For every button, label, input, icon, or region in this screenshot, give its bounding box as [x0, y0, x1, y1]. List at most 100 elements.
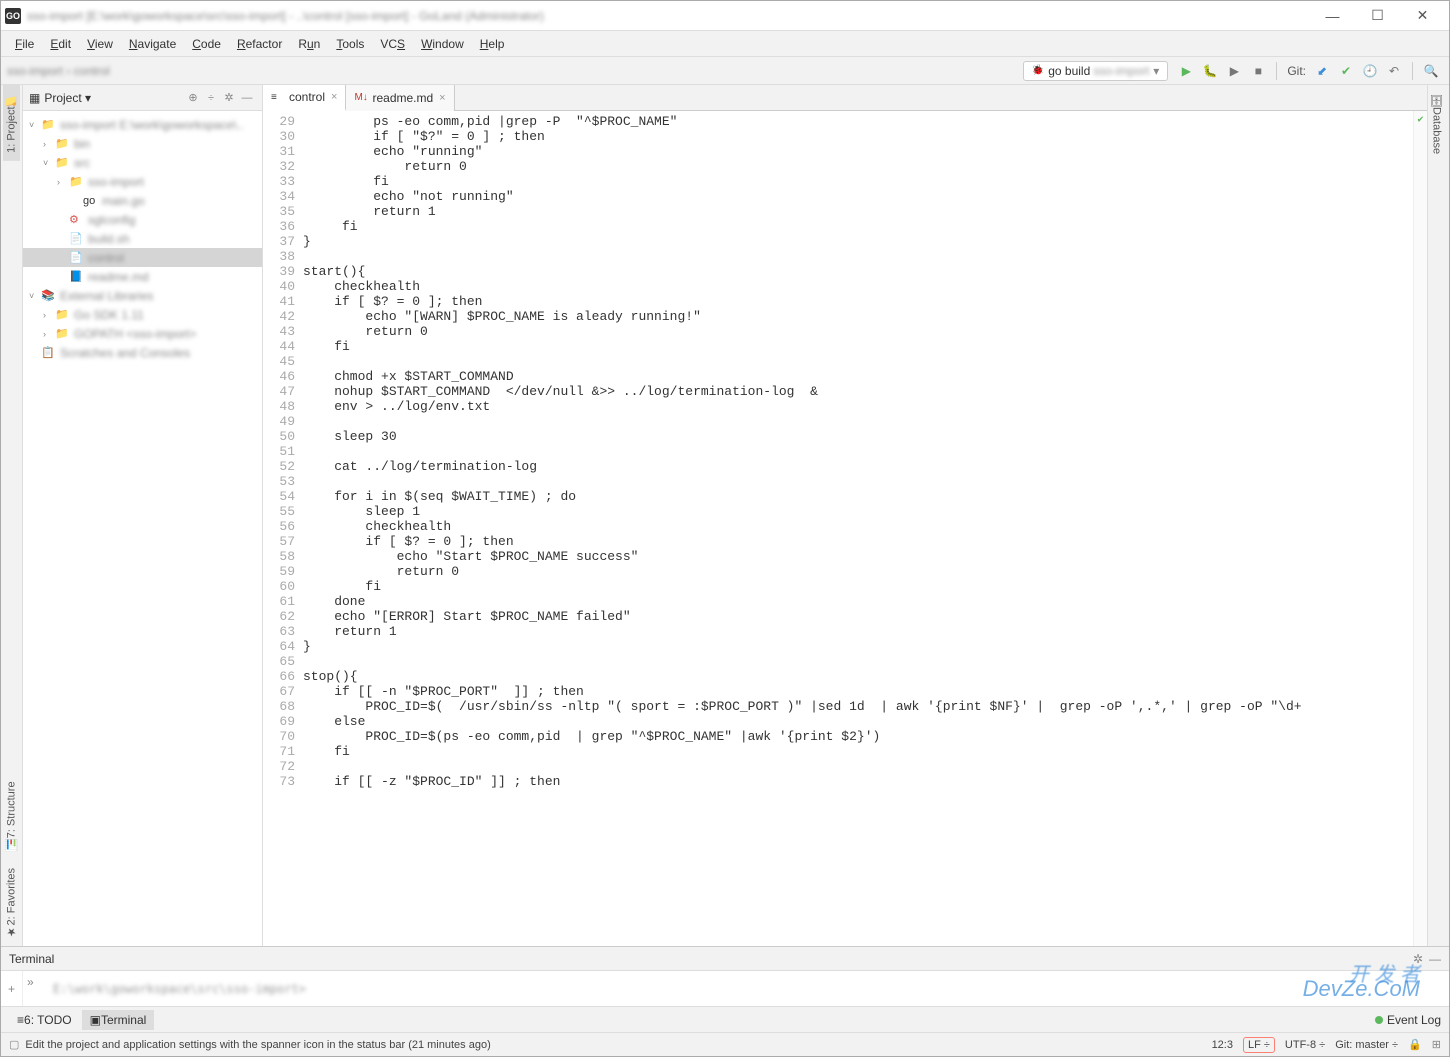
git-history-button[interactable]: 🕘 — [1359, 60, 1381, 82]
debug-button[interactable]: 🐛 — [1199, 60, 1221, 82]
close-button[interactable]: ✕ — [1400, 1, 1445, 31]
mem-indicator[interactable]: ⊞ — [1432, 1038, 1441, 1051]
tree-row[interactable]: ›📁GOPATH <sso-import> — [23, 324, 262, 343]
main-layout: 1: Project 📁 📊 7: Structure ★ 2: Favorit… — [1, 85, 1449, 946]
status-bar: ▢ Edit the project and application setti… — [1, 1032, 1449, 1056]
editor-tab-control[interactable]: ≡ control × — [263, 85, 346, 111]
tab-structure[interactable]: 📊 7: Structure — [3, 773, 20, 859]
tree-row[interactable]: 📘readme.md — [23, 267, 262, 286]
menu-navigate[interactable]: Navigate — [121, 33, 184, 55]
tab-label: readme.md — [372, 91, 433, 105]
tab-database[interactable]: 🗄 Database — [1428, 85, 1445, 162]
gear-icon[interactable]: ✲ — [1413, 952, 1423, 966]
terminal-panel: Terminal ✲ — + » E:\work\goworkspace\src… — [1, 946, 1449, 1006]
menu-vcs[interactable]: VCS — [372, 33, 413, 55]
git-update-button[interactable]: ⬋ — [1311, 60, 1333, 82]
editor-scrollbar[interactable]: ✔ — [1413, 111, 1427, 946]
terminal-title: Terminal — [9, 952, 1413, 966]
tree-row[interactable]: ˅📁src — [23, 153, 262, 172]
tree-row[interactable]: 📋Scratches and Consoles — [23, 343, 262, 362]
project-view-icon: ▦ — [29, 91, 40, 105]
run-config-selector[interactable]: 🐞 go build sso-import ▾ — [1023, 61, 1169, 81]
maximize-button[interactable]: ☐ — [1355, 1, 1400, 31]
new-terminal-button[interactable]: + — [1, 971, 23, 1006]
tree-row[interactable]: ˅📁sso-import E:\work\goworkspace\.. — [23, 115, 262, 134]
line-gutter: 2930313233343536373839404142434445464748… — [263, 111, 303, 946]
run-config-target: sso-import — [1093, 64, 1149, 78]
tree-row[interactable]: 📄control — [23, 248, 262, 267]
locate-button[interactable]: ⊕ — [184, 91, 202, 104]
menu-tools[interactable]: Tools — [328, 33, 372, 55]
cursor-position[interactable]: 12:3 — [1212, 1039, 1233, 1051]
tab-terminal[interactable]: ▣ Terminal — [82, 1010, 155, 1030]
stop-button[interactable]: ■ — [1247, 60, 1269, 82]
bottom-tool-bar: ≡ 6: TODO ▣ Terminal Event Log — [1, 1006, 1449, 1032]
hide-button[interactable]: — — [238, 92, 256, 104]
project-panel: ▦ Project ▾ ⊕ ÷ ✲ — ˅📁sso-import E:\work… — [23, 85, 263, 946]
breadcrumb[interactable]: sso-import › control — [7, 64, 1023, 78]
code-content[interactable]: ps -eo comm,pid |grep -P "^$PROC_NAME" i… — [303, 111, 1413, 946]
menu-bar: File Edit View Navigate Code Refactor Ru… — [1, 31, 1449, 57]
title-bar: GO sso-import [E:\work\goworkspace\src\s… — [1, 1, 1449, 31]
right-tool-tabs: 🗄 Database — [1427, 85, 1449, 946]
navigation-bar: sso-import › control 🐞 go build sso-impo… — [1, 57, 1449, 85]
line-separator[interactable]: LF ÷ — [1243, 1037, 1275, 1053]
terminal-prompt[interactable]: E:\work\goworkspace\src\sso-import> — [45, 971, 1449, 1006]
menu-window[interactable]: Window — [413, 33, 472, 55]
chevron-down-icon: ▾ — [1153, 64, 1159, 78]
left-tool-tabs: 1: Project 📁 📊 7: Structure ★ 2: Favorit… — [1, 85, 23, 946]
tab-todo[interactable]: ≡ 6: TODO — [9, 1010, 80, 1030]
terminal-nav: » — [23, 971, 45, 1006]
toolwindow-toggle-icon[interactable]: ▢ — [9, 1038, 19, 1051]
tree-row[interactable]: ›📁bin — [23, 134, 262, 153]
project-tree[interactable]: ˅📁sso-import E:\work\goworkspace\..›📁bin… — [23, 111, 262, 946]
git-revert-button[interactable]: ↶ — [1383, 60, 1405, 82]
tab-project[interactable]: 1: Project 📁 — [3, 85, 20, 161]
markdown-icon: M↓ — [354, 92, 368, 103]
close-tab-icon[interactable]: × — [439, 92, 445, 104]
separator — [1276, 62, 1277, 80]
run-config-label: go build — [1048, 64, 1090, 78]
editor-tab-readme[interactable]: M↓ readme.md × — [346, 85, 454, 111]
git-commit-button[interactable]: ✔ — [1335, 60, 1357, 82]
tree-row[interactable]: ›📁sso-import — [23, 172, 262, 191]
tree-row[interactable]: ˅📚External Libraries — [23, 286, 262, 305]
menu-help[interactable]: Help — [472, 33, 513, 55]
menu-code[interactable]: Code — [184, 33, 229, 55]
settings-button[interactable]: ✲ — [220, 91, 238, 104]
hide-terminal-button[interactable]: — — [1429, 952, 1441, 966]
tab-favorites[interactable]: ★ 2: Favorites — [3, 860, 20, 946]
git-branch[interactable]: Git: master ÷ — [1335, 1039, 1398, 1051]
terminal-header: Terminal ✲ — — [1, 947, 1449, 971]
menu-view[interactable]: View — [79, 33, 121, 55]
editor-area: ≡ control × M↓ readme.md × 2930313233343… — [263, 85, 1427, 946]
tree-row[interactable]: ›📁Go SDK 1.11 — [23, 305, 262, 324]
close-tab-icon[interactable]: × — [331, 91, 337, 103]
editor-body[interactable]: 2930313233343536373839404142434445464748… — [263, 111, 1427, 946]
tree-row[interactable]: ⚙sglconfig — [23, 210, 262, 229]
terminal-body[interactable]: + » E:\work\goworkspace\src\sso-import> — [1, 971, 1449, 1006]
window-title: sso-import [E:\work\goworkspace\src\sso-… — [27, 9, 1310, 23]
menu-refactor[interactable]: Refactor — [229, 33, 290, 55]
tree-row[interactable]: 📄build.sh — [23, 229, 262, 248]
run-button[interactable]: ▶ — [1175, 60, 1197, 82]
separator — [1412, 62, 1413, 80]
collapse-button[interactable]: ÷ — [202, 92, 220, 104]
event-log-button[interactable]: Event Log — [1375, 1013, 1441, 1027]
search-button[interactable]: 🔍 — [1420, 60, 1442, 82]
tab-label: control — [289, 90, 325, 104]
tree-row[interactable]: gomain.go — [23, 191, 262, 210]
project-panel-title[interactable]: Project ▾ — [44, 91, 184, 105]
status-message: Edit the project and application setting… — [25, 1039, 1201, 1051]
readonly-toggle[interactable]: 🔒 — [1408, 1038, 1422, 1051]
coverage-button[interactable]: ▶ — [1223, 60, 1245, 82]
project-panel-header: ▦ Project ▾ ⊕ ÷ ✲ — — [23, 85, 262, 111]
file-encoding[interactable]: UTF-8 ÷ — [1285, 1039, 1325, 1051]
menu-run[interactable]: Run — [290, 33, 328, 55]
bug-icon: 🐞 — [1032, 65, 1044, 76]
menu-edit[interactable]: Edit — [42, 33, 79, 55]
git-label: Git: — [1287, 64, 1306, 78]
minimize-button[interactable]: — — [1310, 1, 1355, 31]
menu-file[interactable]: File — [7, 33, 42, 55]
app-icon: GO — [5, 8, 21, 24]
